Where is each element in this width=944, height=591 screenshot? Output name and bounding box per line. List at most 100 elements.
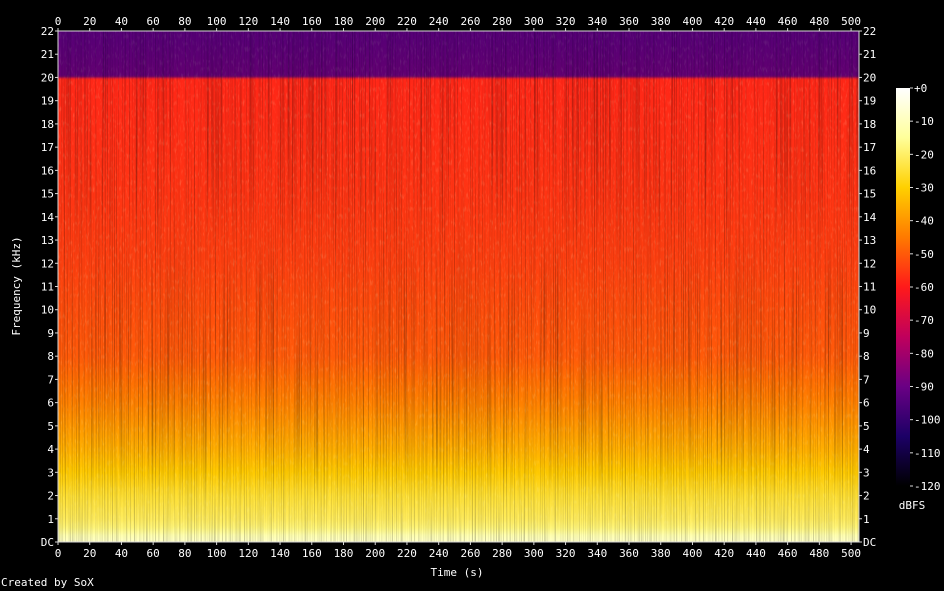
y-tick-label-left: DC [41, 536, 54, 549]
x-tick-label-top: 80 [178, 15, 191, 28]
x-tick-label-top: 220 [397, 15, 417, 28]
x-tick-label-top: 460 [778, 15, 798, 28]
y-tick-label-right: 13 [863, 234, 876, 247]
x-tick-label-top: 320 [556, 15, 576, 28]
y-tick-label-right: 2 [863, 490, 870, 503]
x-tick-label-bottom: 140 [270, 547, 290, 560]
y-tick-label-right: 16 [863, 164, 876, 177]
y-tick-label-right: 5 [863, 420, 870, 433]
y-tick-label-left: 21 [41, 48, 54, 61]
y-tick-label-right: 15 [863, 188, 876, 201]
spectrogram-figure: 0 20 40 60 80 100 120 140 160 180 200 220 240 260 280 3… [10, 15, 941, 579]
y-tick-label-left: 19 [41, 95, 54, 108]
colorbar: +0 -10 -20 -30 -40 -50 -60 -70 -80 -90 -100 -110 -12… [896, 82, 941, 512]
y-tick-label-right: 12 [863, 257, 876, 270]
x-tick-label-bottom: 400 [683, 547, 703, 560]
y-tick-label-left: 12 [41, 257, 54, 270]
y-tick-label-left: 13 [41, 234, 54, 247]
x-tick-label-top: 360 [619, 15, 639, 28]
y-tick-label-left: 22 [41, 25, 54, 38]
x-tick-label-top: 60 [147, 15, 160, 28]
y-tick-label-right: 8 [863, 350, 870, 363]
x-tick-label-top: 480 [809, 15, 829, 28]
x-tick-label-bottom: 120 [238, 547, 258, 560]
colorbar-tick-label: +0 [914, 82, 927, 95]
y-tick-label-left: 5 [47, 420, 54, 433]
x-tick-label-bottom: 260 [460, 547, 480, 560]
y-tick-label-right: 21 [863, 48, 876, 61]
colorbar-title: dBFS [899, 499, 926, 512]
y-tick-label-right: 9 [863, 327, 870, 340]
spectrogram-streaks [58, 31, 859, 542]
y-tick-label-left: 15 [41, 188, 54, 201]
y-tick-label-right: 18 [863, 118, 876, 131]
x-tick-label-top: 240 [429, 15, 449, 28]
y-tick-label-left: 11 [41, 281, 54, 294]
y-tick-label-left: 2 [47, 490, 54, 503]
x-tick-label-top: 120 [238, 15, 258, 28]
x-tick-label-top: 140 [270, 15, 290, 28]
y-axis-title: Frequency (kHz) [10, 236, 23, 335]
x-tick-label-top: 380 [651, 15, 671, 28]
y-tick-label-left: 17 [41, 141, 54, 154]
y-tick-label-right: DC [863, 536, 876, 549]
x-axis-bottom: 0 20 40 60 80 100 120 140 160 180 200 220 240 260 280 3… [55, 542, 861, 560]
y-axis-right: DC12345678910111213141516171819202122 [859, 25, 877, 549]
colorbar-tick-label: -40 [914, 215, 934, 228]
colorbar-tick-label: -50 [914, 248, 934, 261]
x-tick-label-bottom: 220 [397, 547, 417, 560]
y-tick-label-left: 7 [47, 373, 54, 386]
colorbar-tick-label: -10 [914, 115, 934, 128]
x-tick-label-bottom: 480 [809, 547, 829, 560]
x-tick-label-top: 180 [334, 15, 354, 28]
x-tick-label-bottom: 200 [365, 547, 385, 560]
y-tick-label-left: 6 [47, 397, 54, 410]
x-tick-label-top: 500 [841, 15, 861, 28]
x-tick-label-top: 200 [365, 15, 385, 28]
y-tick-label-left: 3 [47, 466, 54, 479]
y-tick-label-right: 3 [863, 466, 870, 479]
y-tick-label-right: 22 [863, 25, 876, 38]
x-tick-label-bottom: 380 [651, 547, 671, 560]
x-tick-label-top: 100 [207, 15, 227, 28]
y-tick-label-left: 16 [41, 164, 54, 177]
x-tick-label-bottom: 160 [302, 547, 322, 560]
x-tick-label-bottom: 460 [778, 547, 798, 560]
x-axis-title: Time (s) [431, 566, 484, 579]
x-tick-label-top: 260 [460, 15, 480, 28]
y-tick-label-right: 1 [863, 513, 870, 526]
x-tick-label-bottom: 280 [492, 547, 512, 560]
x-tick-label-bottom: 80 [178, 547, 191, 560]
colorbar-tick-label: -100 [914, 414, 941, 427]
x-tick-label-bottom: 440 [746, 547, 766, 560]
y-tick-label-right: 14 [863, 211, 877, 224]
y-tick-label-right: 4 [863, 443, 870, 456]
x-tick-label-bottom: 40 [115, 547, 128, 560]
y-tick-label-right: 6 [863, 397, 870, 410]
colorbar-tick-label: -90 [914, 381, 934, 394]
colorbar-ticks: +0 -10 -20 -30 -40 -50 -60 -70 -80 -90 -100 -110 -12… [910, 82, 941, 493]
spectrogram-plot [57, 30, 860, 543]
x-tick-label-top: 0 [55, 15, 62, 28]
x-tick-label-top: 340 [587, 15, 607, 28]
y-tick-label-left: 8 [47, 350, 54, 363]
x-tick-label-top: 300 [524, 15, 544, 28]
y-tick-label-right: 11 [863, 281, 876, 294]
colorbar-tick-label: -60 [914, 281, 934, 294]
x-tick-label-bottom: 320 [556, 547, 576, 560]
x-tick-label-bottom: 340 [587, 547, 607, 560]
x-tick-label-top: 160 [302, 15, 322, 28]
x-tick-label-top: 420 [714, 15, 734, 28]
x-tick-label-bottom: 300 [524, 547, 544, 560]
x-tick-label-bottom: 60 [147, 547, 160, 560]
x-tick-label-bottom: 0 [55, 547, 62, 560]
y-tick-label-right: 7 [863, 373, 870, 386]
x-tick-label-bottom: 100 [207, 547, 227, 560]
x-tick-label-bottom: 240 [429, 547, 449, 560]
x-tick-label-bottom: 360 [619, 547, 639, 560]
y-tick-label-left: 18 [41, 118, 54, 131]
y-tick-label-left: 1 [47, 513, 54, 526]
colorbar-tick-label: -110 [914, 447, 941, 460]
y-tick-label-right: 20 [863, 71, 876, 84]
x-tick-label-top: 440 [746, 15, 766, 28]
